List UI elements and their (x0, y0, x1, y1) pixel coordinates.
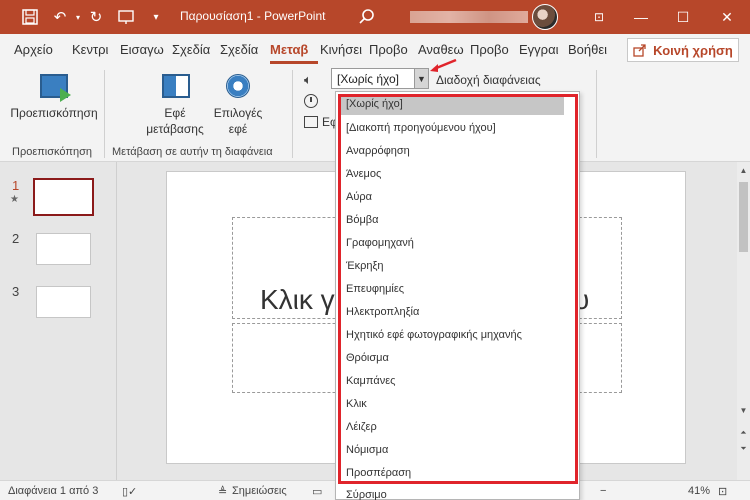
tab-design[interactable]: Σχεδία (220, 42, 258, 57)
undo-icon[interactable]: ↶ (50, 7, 70, 27)
slide-number: 3 (12, 284, 20, 299)
notes-button[interactable]: Σημειώσεις (232, 485, 287, 497)
tab-draw[interactable]: Σχεδία (172, 42, 210, 57)
tab-home[interactable]: Κεντρι (72, 42, 108, 57)
document-title: Παρουσίαση1 - PowerPoint (180, 9, 326, 23)
effects-label-1: Εφέ (164, 106, 186, 120)
spellcheck-icon[interactable]: ▯✓ (122, 485, 137, 498)
slide-advance-label: Διαδοχή διαφάνειας (436, 73, 541, 87)
tab-recording[interactable]: Εγγραι (519, 42, 558, 57)
dropdown-item[interactable]: Σύρσιμο (346, 489, 387, 500)
group-divider (292, 70, 293, 158)
play-icon (60, 88, 71, 102)
scroll-thumb[interactable] (739, 182, 748, 252)
next-slide-icon[interactable]: ⏷ (738, 443, 749, 454)
title-bar: ↶ ▾ ↻ ▾ Παρουσίαση1 - PowerPoint ⊡ — ☐ ✕ (0, 0, 750, 34)
slide-count-status: Διαφάνεια 1 από 3 (8, 485, 99, 497)
share-label: Κοινή χρήση (653, 42, 733, 58)
highlight-annotation (338, 94, 578, 484)
tab-slideshow[interactable]: Προβο (369, 42, 408, 57)
group-divider (596, 70, 597, 158)
options-label-1: Επιλογές (213, 106, 263, 120)
save-icon[interactable] (20, 7, 40, 27)
slide-number: 1 (12, 178, 20, 193)
apply-all-icon[interactable] (304, 116, 318, 128)
preview-label: Προεπισκόπηση (10, 106, 98, 120)
transition-group-label: Μετάβαση σε αυτήν τη διαφάνεια (112, 146, 273, 158)
chevron-down-icon[interactable]: ▼ (414, 69, 428, 88)
arrow-annotation-icon (430, 58, 457, 72)
slide-thumbnail-1[interactable] (33, 178, 94, 216)
options-label-2: εφέ (228, 122, 248, 136)
effect-options-icon (226, 74, 250, 98)
present-icon[interactable] (116, 7, 136, 27)
zoom-level[interactable]: 41% (688, 485, 710, 497)
effects-label-2: μετάβασης (146, 122, 204, 136)
slide-thumbnail-2[interactable] (36, 233, 91, 265)
redo-icon[interactable]: ↻ (86, 7, 106, 27)
preview-group-label: Προεπισκόπηση (12, 146, 92, 158)
group-divider (104, 70, 105, 158)
notes-icon[interactable]: ≜ (218, 485, 227, 498)
sound-select-value: [Χωρίς ήχο] (337, 72, 399, 86)
close-button[interactable]: ✕ (705, 0, 749, 34)
star-icon: ★ (10, 194, 19, 205)
slide-number: 2 (12, 231, 20, 246)
transition-effects-icon (162, 74, 190, 98)
scroll-down-icon[interactable]: ▼ (738, 405, 749, 416)
slide-thumbnail-3[interactable] (36, 286, 91, 318)
fit-slide-icon[interactable]: ⊡ (718, 485, 727, 498)
avatar[interactable] (532, 4, 558, 30)
scroll-up-icon[interactable]: ▲ (738, 165, 749, 176)
restore-button[interactable]: ☐ (661, 0, 705, 34)
minimize-button[interactable]: — (619, 0, 663, 34)
zoom-minus-icon[interactable]: − (600, 485, 606, 497)
customize-icon[interactable]: ▾ (146, 7, 166, 27)
clock-icon (304, 94, 318, 108)
share-button[interactable]: Κοινή χρήση (627, 38, 739, 62)
undo-dropdown-icon[interactable]: ▾ (68, 7, 88, 27)
tab-transitions[interactable]: Μεταβ (270, 42, 308, 57)
tab-file[interactable]: Αρχείο (14, 42, 53, 57)
previous-slide-icon[interactable]: ⏶ (738, 427, 749, 438)
tab-help[interactable]: Βοήθει (568, 42, 607, 57)
tab-animations[interactable]: Κινήσει (320, 42, 362, 57)
tab-insert[interactable]: Εισαγω (120, 42, 164, 57)
speaker-icon: 🔈︎ (304, 72, 312, 87)
comments-icon[interactable]: ▭ (312, 485, 322, 498)
title-placeholder-text: Κλικ γ (260, 284, 335, 315)
share-icon (633, 44, 646, 57)
search-icon[interactable] (358, 8, 376, 26)
ribbon-display-icon[interactable]: ⊡ (577, 0, 621, 34)
tab-view[interactable]: Προβο (470, 42, 509, 57)
tab-review[interactable]: Αναθεω (418, 42, 464, 57)
account-name[interactable] (410, 11, 528, 23)
